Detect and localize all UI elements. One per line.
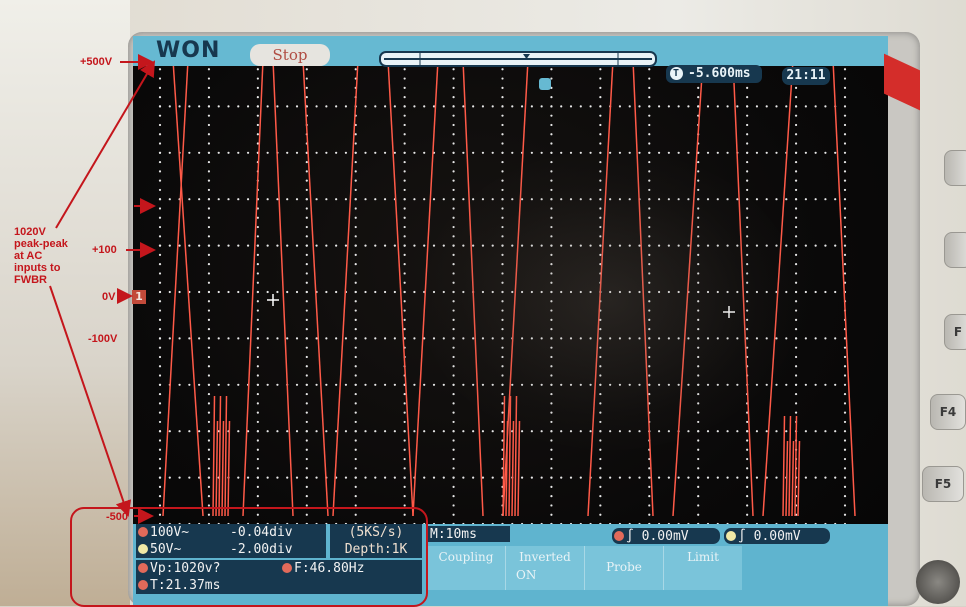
arrow-peak-bottom	[49, 285, 132, 517]
arrow-peak-top	[55, 60, 156, 229]
annotation-arrows	[49, 54, 156, 524]
